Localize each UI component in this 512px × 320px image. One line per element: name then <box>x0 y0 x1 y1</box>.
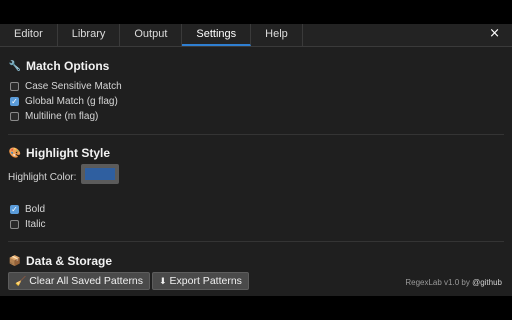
highlight-color-swatch <box>85 168 115 180</box>
clear-patterns-label: Clear All Saved Patterns <box>29 275 144 287</box>
multiline-checkbox[interactable] <box>10 112 19 121</box>
tab-library[interactable]: Library <box>58 24 121 46</box>
bold-checkbox[interactable]: ✓ <box>10 205 19 214</box>
match-options-heading: 🔧 Match Options <box>8 59 110 73</box>
footer-text: RegexLab v1.0 by <box>405 278 470 287</box>
package-icon: 📦 <box>8 255 22 267</box>
clear-patterns-button[interactable]: 🧹 Clear All Saved Patterns <box>8 272 151 290</box>
tab-settings[interactable]: Settings <box>182 24 252 46</box>
bold-label: Bold <box>25 204 46 215</box>
italic-option[interactable]: Italic <box>10 219 46 230</box>
global-match-checkbox[interactable]: ✓ <box>10 97 19 106</box>
tab-help[interactable]: Help <box>251 24 303 46</box>
export-patterns-button[interactable]: ⬇ Export Patterns <box>152 272 249 290</box>
global-match-option[interactable]: ✓ Global Match (g flag) <box>10 96 118 107</box>
footer-credit: RegexLab v1.0 by @github <box>405 278 502 287</box>
multiline-label: Multiline (m flag) <box>25 111 99 122</box>
case-sensitive-checkbox[interactable] <box>10 82 19 91</box>
section-divider <box>8 134 504 135</box>
italic-checkbox[interactable] <box>10 220 19 229</box>
tab-editor[interactable]: Editor <box>0 24 58 46</box>
case-sensitive-option[interactable]: Case Sensitive Match <box>10 81 122 92</box>
data-storage-heading: 📦 Data & Storage <box>8 254 112 268</box>
palette-icon: 🎨 <box>8 147 22 159</box>
settings-panel: Editor Library Output Settings Help × 🔧 … <box>0 24 512 296</box>
highlight-style-title: Highlight Style <box>26 146 110 160</box>
highlight-color-label: Highlight Color: <box>8 172 77 183</box>
match-options-title: Match Options <box>26 59 110 73</box>
italic-label: Italic <box>25 219 46 230</box>
global-match-label: Global Match (g flag) <box>25 96 118 107</box>
wrench-icon: 🔧 <box>8 60 22 72</box>
tab-output[interactable]: Output <box>120 24 183 46</box>
download-icon: ⬇ <box>159 277 167 287</box>
highlight-style-heading: 🎨 Highlight Style <box>8 146 110 160</box>
data-storage-title: Data & Storage <box>26 254 113 268</box>
case-sensitive-label: Case Sensitive Match <box>25 81 122 92</box>
tab-bar: Editor Library Output Settings Help <box>0 24 512 47</box>
export-patterns-label: Export Patterns <box>169 275 242 287</box>
broom-icon: 🧹 <box>15 277 27 287</box>
bold-option[interactable]: ✓ Bold <box>10 204 45 215</box>
footer-author-link[interactable]: @github <box>472 278 502 287</box>
close-icon[interactable]: × <box>489 26 500 41</box>
multiline-option[interactable]: Multiline (m flag) <box>10 111 98 122</box>
section-divider <box>8 241 504 242</box>
highlight-color-picker[interactable] <box>81 164 119 184</box>
